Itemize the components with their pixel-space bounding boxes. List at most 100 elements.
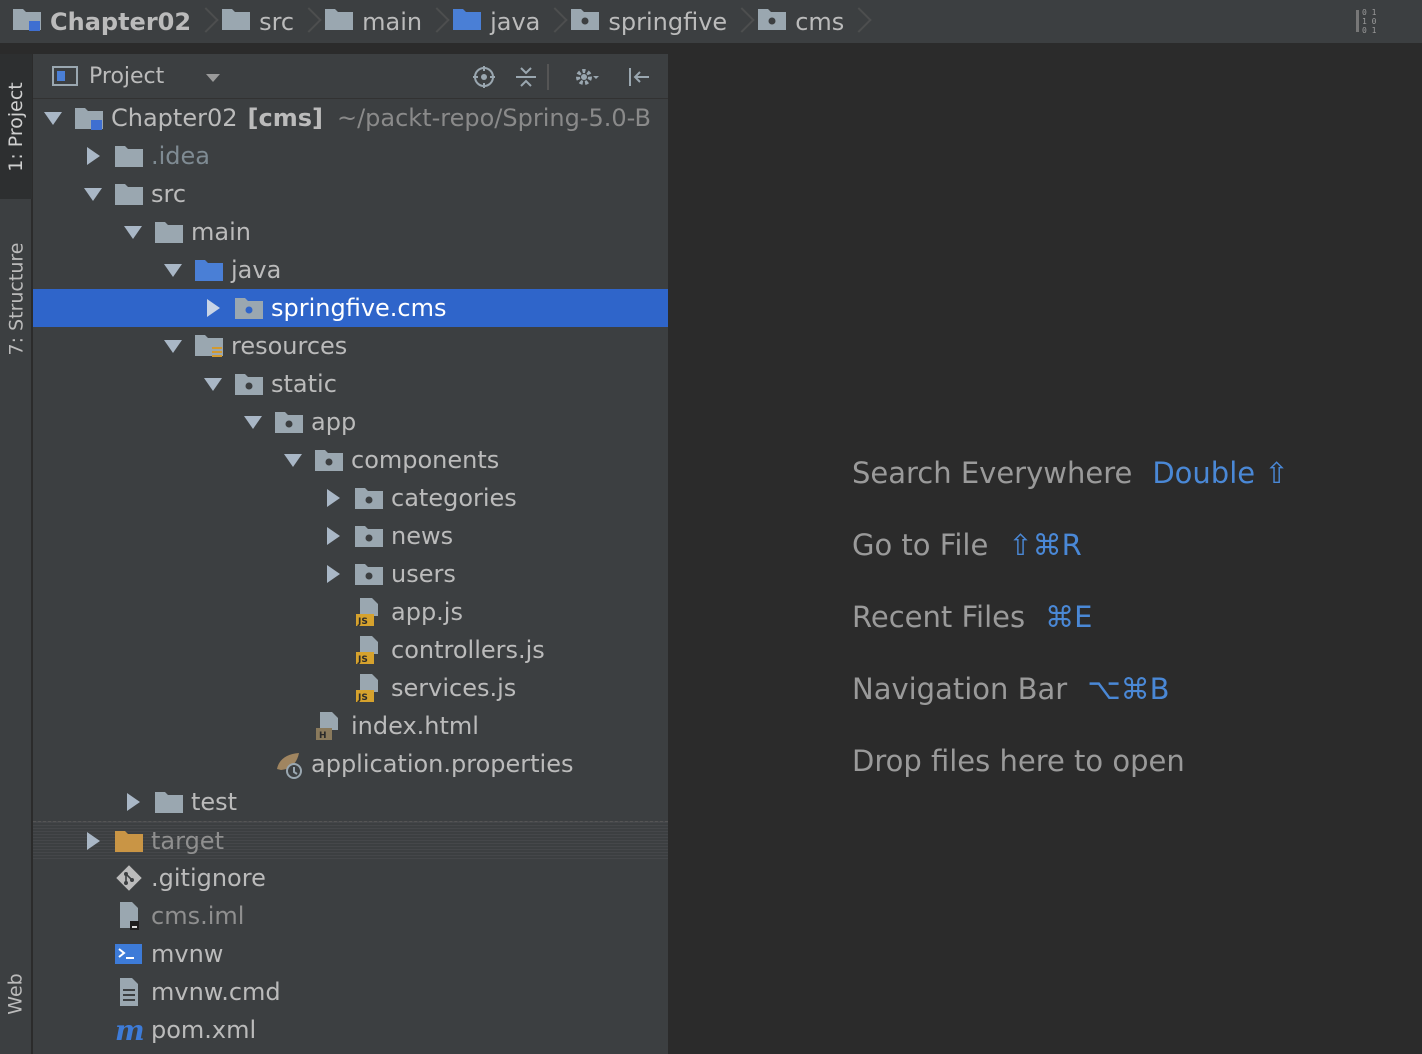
tree-row-mvnw[interactable]: mvnw <box>33 935 668 973</box>
tree-row-springfive-cms[interactable]: springfive.cms <box>33 289 668 327</box>
expand-arrow-icon[interactable] <box>153 263 193 277</box>
tree-label: target <box>151 826 224 855</box>
tree-row-idea[interactable]: .idea <box>33 137 668 175</box>
project-panel-header: Project <box>33 54 668 99</box>
breadcrumb-label: springfive <box>608 7 728 36</box>
svg-text:H: H <box>319 731 327 741</box>
hide-panel-icon[interactable] <box>627 64 653 90</box>
breadcrumb-chapter02[interactable]: Chapter02 <box>0 0 191 44</box>
tree-row-root[interactable]: Chapter02 [cms] ~/packt-repo/Spring-5.0-… <box>33 99 668 137</box>
structure-tool-tab[interactable]: 7: Structure <box>0 214 32 384</box>
package-icon <box>233 294 265 322</box>
package-icon <box>353 522 385 550</box>
breadcrumb-separator <box>733 0 747 44</box>
tree-label: app.js <box>391 598 463 626</box>
tree-row-gitignore[interactable]: .gitignore <box>33 859 668 897</box>
hint-label: Search Everywhere <box>852 456 1133 490</box>
tree-row-src[interactable]: src <box>33 175 668 213</box>
package-icon <box>313 446 345 474</box>
folder-icon <box>221 7 251 37</box>
expand-arrow-icon[interactable] <box>33 111 73 125</box>
toolbar-divider <box>547 64 549 90</box>
locate-icon[interactable] <box>471 64 497 90</box>
tree-row-app-js[interactable]: JS app.js <box>33 593 668 631</box>
package-icon <box>570 7 600 37</box>
module-folder-icon <box>73 104 105 132</box>
tree-label: index.html <box>351 712 479 740</box>
expand-arrow-icon[interactable] <box>113 225 153 239</box>
expand-arrow-icon[interactable] <box>313 489 353 507</box>
resources-folder-icon <box>193 332 225 360</box>
tree-label: main <box>191 218 251 246</box>
project-tool-tab[interactable]: 1: Project <box>0 54 32 199</box>
hint-search-everywhere: Search Everywhere Double ⇧ <box>852 456 1289 490</box>
module-name: [cms] <box>247 104 323 132</box>
tree-label: mvnw.cmd <box>151 978 281 1006</box>
tree-row-categories[interactable]: categories <box>33 479 668 517</box>
expand-arrow-icon[interactable] <box>113 793 153 811</box>
binary-file-icon[interactable]: 0 1 1 0 0 1 <box>1356 8 1388 36</box>
hint-label: Go to File <box>852 528 989 562</box>
hint-label: Recent Files <box>852 600 1026 634</box>
project-view-selector[interactable]: Project <box>89 64 164 89</box>
tree-row-application-properties[interactable]: application.properties <box>33 745 668 783</box>
tree-row-java[interactable]: java <box>33 251 668 289</box>
expand-arrow-icon[interactable] <box>73 187 113 201</box>
tree-label: pom.xml <box>151 1016 257 1044</box>
breadcrumb-src[interactable]: src <box>211 0 294 44</box>
tree-row-cms-iml[interactable]: cms.iml <box>33 897 668 935</box>
expand-arrow-icon[interactable] <box>313 565 353 583</box>
chevron-down-icon[interactable] <box>206 73 221 82</box>
tree-row-pom-xml[interactable]: m pom.xml <box>33 1011 668 1049</box>
tree-row-controllers-js[interactable]: JS controllers.js <box>33 631 668 669</box>
tree-row-main[interactable]: main <box>33 213 668 251</box>
folder-icon <box>324 7 354 37</box>
expand-arrow-icon[interactable] <box>313 527 353 545</box>
tree-row-test[interactable]: test <box>33 783 668 821</box>
tool-window-strip: 1: Project 7: Structure Web <box>0 54 32 1054</box>
hint-shortcut: ⌥⌘B <box>1087 672 1170 706</box>
expand-arrow-icon[interactable] <box>73 147 113 165</box>
tree-row-users[interactable]: users <box>33 555 668 593</box>
folder-icon <box>153 218 185 246</box>
expand-arrow-icon[interactable] <box>193 377 233 391</box>
tree-label: application.properties <box>311 750 574 778</box>
folder-icon <box>113 180 145 208</box>
svg-text:m: m <box>115 1016 144 1044</box>
breadcrumb-separator <box>546 0 560 44</box>
expand-arrow-icon[interactable] <box>273 453 313 467</box>
tree-label: .idea <box>151 142 211 170</box>
expand-arrow-icon[interactable] <box>233 415 273 429</box>
tree-row-app[interactable]: app <box>33 403 668 441</box>
collapse-all-icon[interactable] <box>513 64 539 90</box>
editor-empty-area[interactable]: Search Everywhere Double ⇧ Go to File ⇧⌘R … <box>668 54 1422 1054</box>
tree-row-target[interactable]: target <box>33 821 668 859</box>
breadcrumb-cms[interactable]: cms <box>747 0 844 44</box>
tree-row-resources[interactable]: resources <box>33 327 668 365</box>
breadcrumb-springfive[interactable]: springfive <box>560 0 727 44</box>
javascript-file-icon: JS <box>353 636 385 665</box>
breadcrumb-separator <box>850 0 864 44</box>
web-tool-tab[interactable]: Web <box>0 944 32 1044</box>
tree-label: Chapter02 <box>111 104 238 132</box>
breadcrumb-main[interactable]: main <box>314 0 422 44</box>
expand-arrow-icon[interactable] <box>153 339 193 353</box>
svg-text:JS: JS <box>357 617 368 627</box>
tree-row-mvnw-cmd[interactable]: mvnw.cmd <box>33 973 668 1011</box>
excluded-folder-icon <box>113 827 145 855</box>
javascript-file-icon: JS <box>353 674 385 703</box>
tree-row-news[interactable]: news <box>33 517 668 555</box>
web-tab-label: Web <box>5 973 27 1015</box>
hint-recent-files: Recent Files ⌘E <box>852 600 1092 634</box>
tree-label: categories <box>391 484 517 512</box>
expand-arrow-icon[interactable] <box>193 299 233 317</box>
tree-row-components[interactable]: components <box>33 441 668 479</box>
breadcrumb-java[interactable]: java <box>442 0 540 44</box>
tree-row-index-html[interactable]: H index.html <box>33 707 668 745</box>
structure-tab-label: 7: Structure <box>5 242 28 356</box>
gear-icon[interactable] <box>573 64 599 90</box>
expand-arrow-icon[interactable] <box>73 831 113 850</box>
tree-label: .gitignore <box>151 864 266 892</box>
tree-row-services-js[interactable]: JS services.js <box>33 669 668 707</box>
tree-row-static[interactable]: static <box>33 365 668 403</box>
